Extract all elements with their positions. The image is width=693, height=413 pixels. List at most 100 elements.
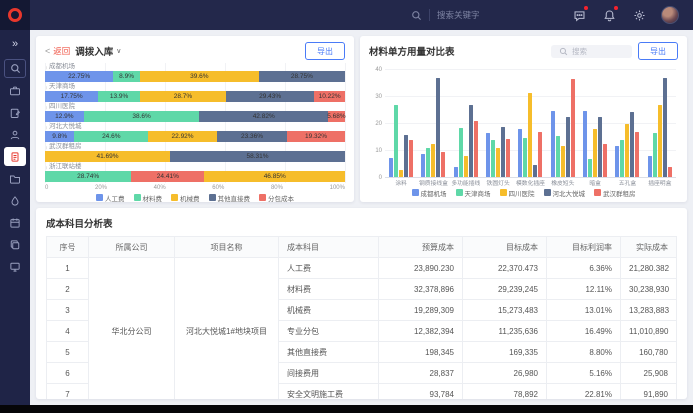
notification-badge — [614, 6, 618, 10]
chevron-down-icon[interactable]: ∨ — [116, 47, 121, 55]
export-button[interactable]: 导出 — [638, 42, 678, 60]
panel-search[interactable] — [551, 45, 632, 58]
cell-number: 13.01% — [547, 300, 621, 321]
global-search[interactable] — [411, 9, 523, 21]
bar — [598, 117, 602, 178]
bar — [571, 79, 575, 178]
stacked-bar-segment: 17.75% — [45, 91, 98, 102]
x-tick-label: 0 — [45, 185, 48, 191]
bar — [653, 133, 657, 178]
bar — [426, 148, 430, 178]
cell-number: 26,980 — [463, 363, 547, 384]
stacked-bar-segment: 28.74% — [45, 171, 131, 182]
bar — [389, 158, 393, 178]
stacked-bar-segment: 23.36% — [217, 131, 287, 142]
folder-icon[interactable] — [4, 169, 26, 188]
cell-subject: 人工费 — [279, 258, 379, 279]
x-tick-label: 模数化插座 — [514, 178, 546, 187]
gear-icon[interactable] — [631, 7, 647, 23]
copy-icon[interactable] — [4, 235, 26, 254]
x-tick-label: 100% — [330, 185, 345, 191]
cell-number: 160,780 — [621, 342, 677, 363]
x-tick-label: 涂料 — [385, 178, 417, 187]
legend-item: 河北大悦城 — [544, 188, 586, 198]
search-icon[interactable] — [4, 59, 26, 78]
bar-category-label: 浙江联站楼 — [45, 163, 345, 171]
material-usage-panel: 材料单方用量对比表 导出 010203040 涂料钢质接线盒多功能插线铁圆灯头模… — [360, 36, 687, 202]
legend-label: 材料费 — [143, 193, 163, 203]
cell-number: 16.49% — [547, 321, 621, 342]
x-tick-label: 铁圆灯头 — [482, 178, 514, 187]
stacked-bar-row: 浙江联站楼28.74%24.41%46.85% — [45, 163, 345, 182]
export-button[interactable]: 导出 — [305, 42, 345, 60]
cell-number: 12,382,394 — [379, 321, 463, 342]
bar — [615, 146, 619, 178]
panel-search-input[interactable] — [572, 47, 624, 56]
cell-seq: 1 — [47, 258, 89, 279]
y-tick-label: 30 — [370, 94, 382, 100]
bar — [441, 152, 445, 178]
stacked-bar-segment: 39.6% — [140, 71, 259, 82]
cost-document-icon[interactable] — [4, 147, 26, 166]
cell-number: 6.36% — [547, 258, 621, 279]
stacked-x-axis: 020%40%60%80%100% — [45, 183, 345, 192]
cost-analysis-table: 序号所属公司项目名称成本科目预算成本目标成本目标利润率实际成本 1华北分公司河北… — [46, 236, 677, 399]
column-header: 成本科目 — [279, 237, 379, 258]
stacked-bar-segment: 46.85% — [204, 171, 345, 182]
bar-category-label: 成都机场 — [45, 63, 345, 71]
app-logo[interactable] — [0, 0, 30, 30]
user-avatar[interactable] — [661, 6, 679, 24]
legend-swatch — [171, 194, 178, 201]
bar — [566, 117, 570, 178]
bar-group — [385, 105, 417, 178]
y-tick-label: 10 — [370, 148, 382, 154]
expand-icon[interactable]: » — [4, 35, 26, 54]
legend-label: 成都机场 — [421, 188, 447, 198]
clipboard-edit-icon[interactable] — [4, 103, 26, 122]
cell-subject: 材料费 — [279, 279, 379, 300]
column-header: 序号 — [47, 237, 89, 258]
cost-analysis-panel: 成本科目分析表 序号所属公司项目名称成本科目预算成本目标成本目标利润率实际成本 … — [36, 208, 687, 399]
column-header: 目标成本 — [463, 237, 547, 258]
x-tick-label: 20% — [95, 185, 107, 191]
legend-label: 四川医院 — [509, 188, 535, 198]
column-header: 所属公司 — [89, 237, 175, 258]
stacked-bar-segment: 19.32% — [287, 131, 345, 142]
stacked-bar-segment: 24.6% — [74, 131, 148, 142]
bar-group — [450, 105, 482, 178]
table-row: 1华北分公司河北大悦城1#地块项目人工费23,890.23022,370.473… — [47, 258, 677, 279]
stacked-bar-segment: 13.9% — [98, 91, 140, 102]
bar — [635, 132, 639, 178]
x-tick-label: 40% — [154, 185, 166, 191]
calendar-icon[interactable] — [4, 213, 26, 232]
cell-number: 12.11% — [547, 279, 621, 300]
briefcase-icon[interactable] — [4, 81, 26, 100]
message-icon[interactable] — [571, 7, 587, 23]
user-icon[interactable] — [4, 125, 26, 144]
stacked-bar: 9.8%24.6%22.92%23.36%19.32% — [45, 131, 345, 142]
cell-number: 93,784 — [379, 384, 463, 400]
bar — [436, 78, 440, 178]
bar — [625, 124, 629, 178]
grouped-chart: 010203040 — [385, 64, 676, 178]
bar-category-label: 河北大悦城 — [45, 123, 345, 131]
bell-icon[interactable] — [601, 7, 617, 23]
cell-seq: 6 — [47, 363, 89, 384]
grouped-x-axis: 涂料钢质接线盒多功能插线铁圆灯头模数化插座橡皮短头暗盒五孔盒插座明盒 — [385, 178, 676, 187]
bar — [506, 139, 510, 178]
bar-group — [482, 127, 514, 178]
cell-seq: 3 — [47, 300, 89, 321]
legend-swatch — [96, 194, 103, 201]
monitor-icon[interactable] — [4, 257, 26, 276]
legend-label: 机械费 — [180, 193, 200, 203]
global-search-input[interactable] — [437, 10, 523, 20]
ink-drop-icon[interactable] — [4, 191, 26, 210]
table-body: 1华北分公司河北大悦城1#地块项目人工费23,890.23022,370.473… — [47, 258, 677, 400]
cell-seq: 5 — [47, 342, 89, 363]
bar-group — [579, 111, 611, 179]
x-axis-line — [385, 177, 676, 178]
transfer-inbound-panel: < 返回 调拨入库 ∨ 导出 成都机场22.75%8.9%39.6%28.75%… — [36, 36, 354, 202]
back-link[interactable]: 返回 — [53, 45, 70, 57]
bar — [593, 129, 597, 178]
cell-number: 15,273,483 — [463, 300, 547, 321]
